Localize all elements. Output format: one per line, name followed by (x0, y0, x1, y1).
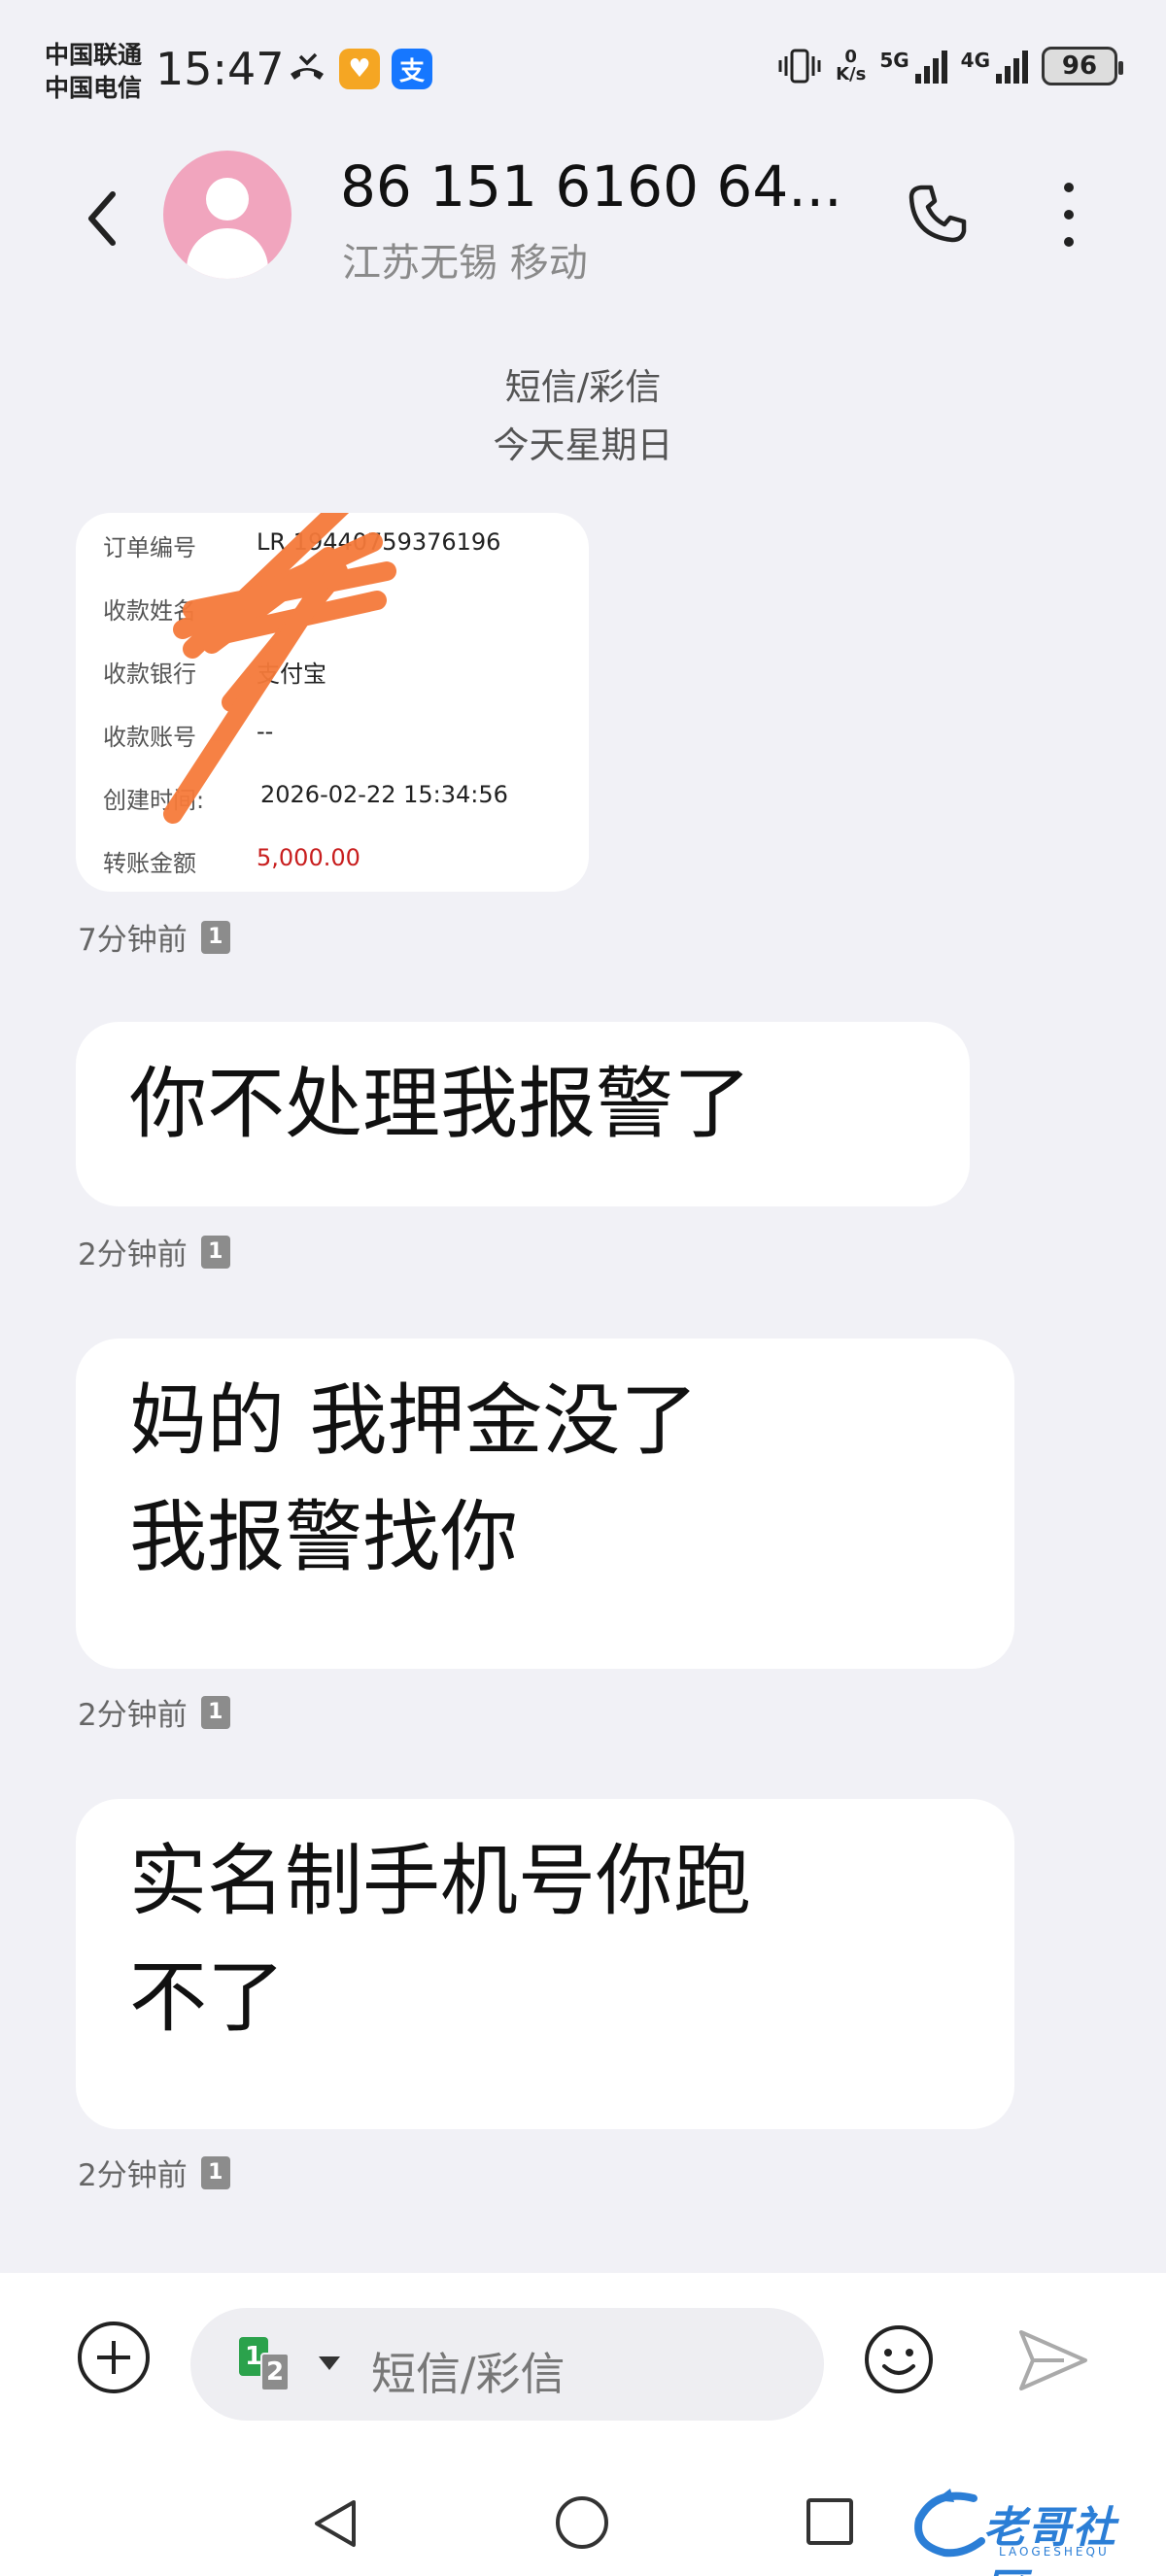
signal-4g-label: 4G (960, 49, 990, 72)
avatar-body-shape (187, 228, 268, 279)
message-text-line: 不了 (129, 1952, 285, 2043)
message-bubble[interactable]: 妈的 我押金没了 我报警找你 (76, 1339, 1014, 1669)
carrier-labels: 中国联通 中国电信 (45, 39, 142, 105)
vibrate-icon (778, 49, 821, 84)
sim-selector[interactable]: 1 2 (239, 2337, 293, 2391)
carrier-2: 中国电信 (45, 74, 143, 102)
signal-5g-label: 5G (879, 49, 909, 72)
notification-icons: ♥ 支 (287, 49, 432, 89)
net-speed-unit: K/s (836, 64, 867, 85)
sim-card-icon: 1 (200, 920, 230, 954)
phone-icon[interactable] (904, 180, 972, 248)
send-icon[interactable] (1015, 2326, 1091, 2394)
carrier-1: 中国联通 (45, 41, 143, 69)
chevron-down-icon[interactable] (319, 2356, 340, 2370)
message-meta: 2分钟前 1 (78, 1230, 230, 1273)
contact-location: 江苏无锡 移动 (342, 241, 588, 286)
message-bubble[interactable]: 你不处理我报警了 (76, 1022, 970, 1206)
signal-bars-icon (996, 49, 1028, 84)
battery-icon: 96 (1042, 47, 1123, 85)
sim-card-icon: 1 (200, 1695, 230, 1729)
date-label: 今天星期日 (493, 424, 673, 466)
signal-bars-icon (914, 49, 947, 84)
message-time: 2分钟前 (78, 2158, 188, 2193)
message-meta: 2分钟前 1 (78, 1690, 230, 1734)
system-nav-bar: 老哥社区 LAOGESHEQU (0, 2467, 1166, 2576)
watermark-text: 老哥社区 (983, 2503, 1117, 2576)
status-bar: 中国联通 中国电信 15:47 ♥ 支 0 K/s 5G 4G 96 (0, 0, 1166, 146)
message-text-line: 妈的 我押金没了 (129, 1375, 699, 1466)
net-speed: 0 K/s (836, 49, 866, 84)
more-options-icon[interactable] (1059, 183, 1079, 251)
watermark-logo-icon (914, 2489, 985, 2558)
message-time: 2分钟前 (78, 1698, 188, 1733)
emoji-icon[interactable] (863, 2323, 935, 2395)
message-text: 你不处理我报警了 (129, 1059, 751, 1149)
message-text-line: 我报警找你 (129, 1492, 518, 1582)
avatar[interactable] (163, 151, 292, 279)
message-time: 7分钟前 (78, 923, 188, 958)
watermark: 老哥社区 LAOGESHEQU (906, 2481, 1149, 2576)
status-right: 0 K/s 5G 4G 96 (777, 47, 1123, 85)
nav-back-icon[interactable] (309, 2496, 363, 2551)
status-time: 15:47 (155, 43, 285, 95)
conversation-header: 86 151 6160 64... 江苏无锡 移动 (0, 146, 1166, 291)
signal-5g: 5G (879, 49, 947, 84)
message-time: 2分钟前 (78, 1237, 188, 1272)
message-meta: 7分钟前 1 (78, 915, 230, 959)
nav-home-icon[interactable] (556, 2496, 608, 2549)
sim-card-icon: 1 (200, 1235, 230, 1269)
heart-app-icon: ♥ (339, 49, 380, 89)
avatar-head-shape (206, 178, 249, 220)
message-input[interactable]: 1 2 短信/彩信 (190, 2308, 824, 2421)
message-type-label: 短信/彩信 (504, 366, 662, 408)
missed-call-icon (291, 52, 324, 80)
watermark-subtext: LAOGESHEQU (999, 2545, 1110, 2559)
image-message[interactable]: 订单编号 LR 19440759376196 收款姓名 收款银行 支付宝 收款账号 -… (76, 513, 589, 892)
message-bubble[interactable]: 实名制手机号你跑 不了 (76, 1799, 1014, 2129)
signal-4g: 4G (961, 49, 1028, 84)
contact-name[interactable]: 86 151 6160 64... (340, 153, 842, 220)
alipay-icon: 支 (392, 49, 432, 89)
message-text-line: 实名制手机号你跑 (129, 1836, 751, 1926)
back-arrow-icon[interactable] (78, 185, 126, 253)
add-attachment-icon[interactable] (78, 2322, 150, 2393)
input-placeholder: 短信/彩信 (371, 2348, 566, 2400)
battery-level: 96 (1061, 51, 1098, 81)
sim-2-icon: 2 (260, 2353, 290, 2391)
sim-card-icon: 1 (200, 2155, 230, 2189)
nav-recents-icon[interactable] (806, 2498, 853, 2545)
redaction-scribble (163, 513, 396, 824)
message-meta: 2分钟前 1 (78, 2151, 230, 2194)
